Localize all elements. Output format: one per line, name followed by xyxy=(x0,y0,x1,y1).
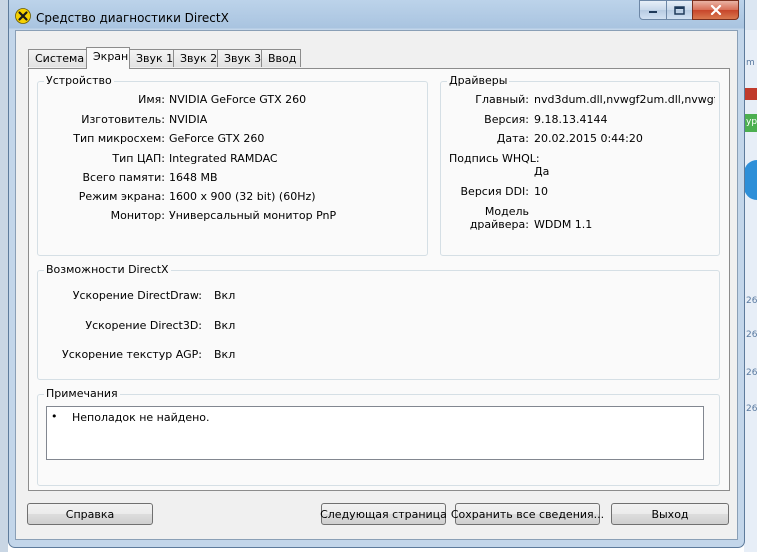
manufacturer-label: Изготовитель: xyxy=(81,113,165,126)
maximize-button[interactable] xyxy=(666,0,693,20)
background-text: 26 xyxy=(746,368,757,378)
drivers-group-title: Драйверы xyxy=(447,74,510,87)
directdraw-accel-value: Вкл xyxy=(214,289,236,302)
ddi-version-value: 10 xyxy=(534,185,548,198)
main-driver-value: nvd3dum.dll,nvwgf2um.dll,nvwgf2um xyxy=(534,93,715,106)
notes-text-area[interactable]: • Неполадок не найдено. xyxy=(46,406,704,460)
directx-features-group: Возможности DirectX Ускорение DirectDraw… xyxy=(37,263,720,380)
driver-version-value: 9.18.13.4144 xyxy=(534,113,608,126)
ddi-version-label: Версия DDI: xyxy=(460,185,530,198)
tab-display[interactable]: Экран xyxy=(86,47,130,69)
dac-type-label: Тип ЦАП: xyxy=(112,152,165,165)
dac-type-value: Integrated RAMDAC xyxy=(169,152,278,165)
title-bar[interactable]: Средство диагностики DirectX xyxy=(9,0,744,34)
total-memory-value: 1648 MB xyxy=(169,171,218,184)
display-mode-label: Режим экрана: xyxy=(78,190,165,203)
chip-type-value: GeForce GTX 260 xyxy=(169,132,265,145)
driver-date-value: 20.02.2015 0:44:20 xyxy=(534,132,643,145)
background-text: 26 xyxy=(746,330,757,340)
agp-texture-accel-value: Вкл xyxy=(214,348,236,361)
monitor-value: Универсальный монитор PnP xyxy=(169,209,337,222)
main-driver-label: Главный: xyxy=(475,93,529,106)
close-button[interactable] xyxy=(692,0,739,20)
tab-input[interactable]: Ввод xyxy=(261,49,301,67)
help-button[interactable]: Справка xyxy=(27,503,153,525)
monitor-label: Монитор: xyxy=(110,209,165,222)
device-group-title: Устройство xyxy=(44,74,114,87)
agp-texture-accel-label: Ускорение текстур AGP: xyxy=(62,348,202,361)
driver-model-label: Модель xyxy=(484,205,529,218)
directdraw-accel-label: Ускорение DirectDraw: xyxy=(72,289,202,302)
display-tab-panel: Устройство Имя: NVIDIA GeForce GTX 260 И… xyxy=(28,68,730,491)
notes-group-title: Примечания xyxy=(44,387,120,400)
minimize-button[interactable] xyxy=(639,0,667,20)
directx-icon xyxy=(15,8,31,24)
drivers-group: Драйверы Главный: nvd3dum.dll,nvwgf2um.d… xyxy=(440,74,720,256)
device-group: Устройство Имя: NVIDIA GeForce GTX 260 И… xyxy=(37,74,428,256)
driver-model-label: драйвера: xyxy=(469,218,529,231)
tab-sound-1[interactable]: Звук 1 xyxy=(129,49,174,67)
total-memory-label: Всего памяти: xyxy=(82,171,165,184)
maximize-icon xyxy=(674,5,685,15)
notes-item: Неполадок не найдено. xyxy=(72,411,210,424)
background-text: m xyxy=(746,58,755,68)
minimize-icon xyxy=(649,11,657,13)
whql-label: Подпись WHQL: xyxy=(449,152,540,165)
device-name-label: Имя: xyxy=(138,93,165,106)
device-name-value: NVIDIA GeForce GTX 260 xyxy=(169,93,307,106)
background-app-window: m ур 26 26 26 26 xyxy=(744,0,757,552)
whql-value: Да xyxy=(534,165,550,178)
notes-group: Примечания • Неполадок не найдено. xyxy=(37,387,720,486)
direct3d-accel-label: Ускорение Direct3D: xyxy=(85,319,202,332)
background-text: 26 xyxy=(746,296,757,306)
close-icon xyxy=(710,5,721,15)
window-title: Средство диагностики DirectX xyxy=(36,11,229,25)
tab-sound-3[interactable]: Звук 3 xyxy=(217,49,262,67)
driver-model-value: WDDM 1.1 xyxy=(534,218,593,231)
notes-bullet: • xyxy=(51,410,58,423)
tab-system[interactable]: Система xyxy=(28,49,87,67)
dialog-client-area: Система Экран Звук 1 Звук 2 Звук 3 Ввод … xyxy=(15,30,738,540)
driver-version-label: Версия: xyxy=(484,113,529,126)
direct3d-accel-value: Вкл xyxy=(214,319,236,332)
exit-button[interactable]: Выход xyxy=(611,503,729,525)
next-page-button[interactable]: Следующая страница xyxy=(320,503,447,525)
tab-sound-2[interactable]: Звук 2 xyxy=(173,49,218,67)
manufacturer-value: NVIDIA xyxy=(169,113,208,126)
chip-type-label: Тип микросхем: xyxy=(73,132,165,145)
directx-diagnostic-window: Средство диагностики DirectX Система Экр… xyxy=(8,0,745,548)
desktop-background xyxy=(0,0,8,552)
background-text: 26 xyxy=(746,404,757,414)
directx-features-title: Возможности DirectX xyxy=(44,263,171,276)
background-text: ур xyxy=(746,117,757,127)
display-mode-value: 1600 x 900 (32 bit) (60Hz) xyxy=(169,190,316,203)
save-all-info-button[interactable]: Сохранить все сведения... xyxy=(451,503,604,525)
driver-date-label: Дата: xyxy=(496,132,529,145)
